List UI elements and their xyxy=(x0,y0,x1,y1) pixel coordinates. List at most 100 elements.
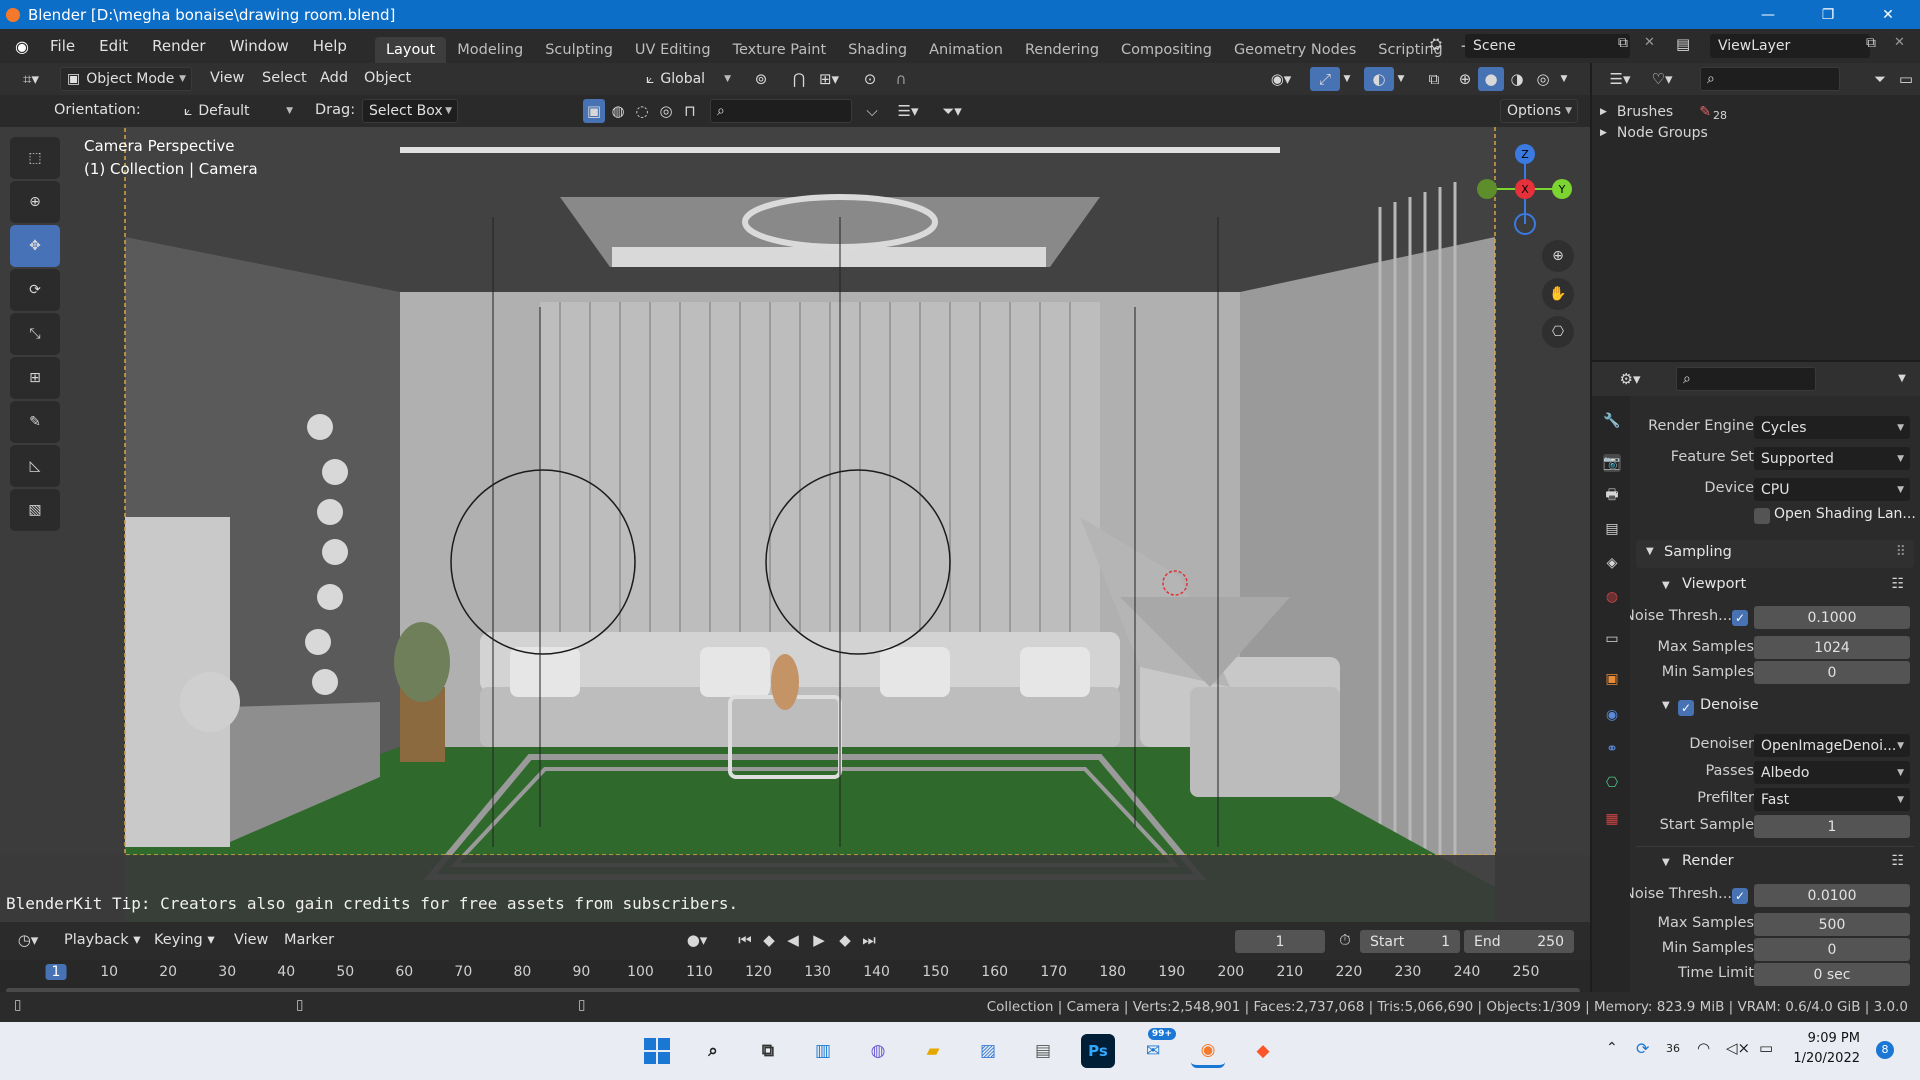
xray-toggle-icon[interactable]: ⧉ xyxy=(1420,67,1448,91)
shading-material-icon[interactable]: ◑ xyxy=(1504,67,1530,91)
scale-tool[interactable]: ⤡ xyxy=(10,313,60,355)
properties-search-input[interactable]: ⌕ xyxy=(1676,367,1816,391)
file-explorer-button[interactable]: ▰ xyxy=(916,1034,950,1068)
select-box-tool[interactable]: ⬚ xyxy=(10,137,60,179)
transform-tool[interactable]: ⊞ xyxy=(10,357,60,399)
denoiser-dropdown[interactable]: OpenImageDenoi... ▼ xyxy=(1754,734,1910,757)
show-hidden-icons-button[interactable]: ⌃ xyxy=(1606,1040,1618,1056)
3d-viewport[interactable]: Camera Perspective (1) Collection | Came… xyxy=(0,127,1590,922)
zoom-button[interactable]: ⊕ xyxy=(1542,240,1574,272)
sync-icon[interactable]: ⟳ xyxy=(1636,1039,1649,1058)
render-subpanel-title[interactable]: Render xyxy=(1682,853,1734,869)
tool-search-input[interactable]: ⌕ xyxy=(710,99,852,123)
workspace-tab-geometry-nodes[interactable]: Geometry Nodes xyxy=(1223,37,1367,63)
workspace-tab-rendering[interactable]: Rendering xyxy=(1014,37,1110,63)
render-presets-icon[interactable]: ☷ xyxy=(1891,853,1904,869)
shading-solid-icon[interactable]: ● xyxy=(1478,67,1504,91)
display-mode-icon[interactable]: ♡▾ xyxy=(1644,67,1680,91)
view-filter-icon[interactable]: ☰▾ xyxy=(890,99,926,123)
mail-button[interactable]: ✉ 99+ xyxy=(1136,1028,1176,1068)
start-frame-field[interactable]: Start 1 xyxy=(1360,930,1460,953)
search-taskbar-button[interactable]: ⌕ xyxy=(696,1034,730,1068)
cursor-tool[interactable]: ⊕ xyxy=(10,181,60,223)
viewlayer-browse-icon[interactable]: ▤ xyxy=(1676,35,1690,53)
viewport-menu-select[interactable]: Select xyxy=(262,70,307,86)
outliner-editor-type-icon[interactable]: ☰▾ xyxy=(1602,67,1638,91)
outliner-item-brushes[interactable]: ▶ Brushes ✎ 28 xyxy=(1600,101,1727,123)
data-tab-icon[interactable]: ⎔ xyxy=(1603,774,1621,792)
new-collection-icon[interactable]: ▭ xyxy=(1894,67,1918,91)
render-noise-field[interactable]: 0.0100 xyxy=(1754,884,1910,907)
render-engine-dropdown[interactable]: Cycles ▼ xyxy=(1754,416,1910,439)
workspace-tab-modeling[interactable]: Modeling xyxy=(446,37,534,63)
world-tab-icon[interactable]: ◍ xyxy=(1603,588,1621,606)
clock-time[interactable]: 9:09 PM xyxy=(1790,1031,1860,1046)
play-button[interactable]: ▶ xyxy=(808,928,830,952)
jump-keyframe-forward-button[interactable]: ◆ xyxy=(834,928,856,952)
timeline-menu-keying[interactable]: Keying ▾ xyxy=(154,932,215,948)
viewlayer-close-icon[interactable]: ✕ xyxy=(1894,35,1905,50)
measure-tool[interactable]: ◺ xyxy=(10,445,60,487)
overlays-dropdown-icon[interactable]: ▼ xyxy=(1394,67,1408,91)
outliner-filter-icon[interactable]: ⏷ xyxy=(1868,67,1892,91)
gizmo-dropdown-icon[interactable]: ▼ xyxy=(1340,67,1354,91)
passes-dropdown[interactable]: Albedo ▼ xyxy=(1754,761,1910,784)
proportional-falloff-icon[interactable]: ∩ xyxy=(886,67,916,91)
shading-dropdown-icon[interactable]: ▼ xyxy=(1556,67,1572,91)
denoise-checkbox[interactable]: ✓ xyxy=(1678,700,1694,716)
scene-tab-icon[interactable]: ◈ xyxy=(1603,554,1621,572)
viewport-subpanel-title[interactable]: Viewport xyxy=(1682,576,1746,592)
texture-tab-icon[interactable]: ▦ xyxy=(1603,810,1621,828)
orientation-dropdown[interactable]: ⟀ Default ▼ xyxy=(178,99,298,123)
volume-muted-icon[interactable]: ◁× xyxy=(1726,1039,1750,1057)
navigation-gizmo[interactable]: Z Y X xyxy=(1470,134,1580,244)
drag-dropdown[interactable]: Select Box ▼ xyxy=(362,99,458,123)
viewlayer-new-icon[interactable]: ⧉ xyxy=(1866,35,1876,51)
options-dropdown[interactable]: Options ▼ xyxy=(1500,99,1578,123)
wifi-icon[interactable]: ◠ xyxy=(1697,1039,1710,1057)
workspace-tab-sculpting[interactable]: Sculpting xyxy=(534,37,624,63)
snap-magnet-icon[interactable]: ⋂ xyxy=(784,67,814,91)
sampling-panel-header[interactable]: ▼ Sampling ⠿ xyxy=(1636,540,1914,568)
workspace-tab-layout[interactable]: Layout xyxy=(374,37,447,63)
proportional-size-icon[interactable]: ⌵ xyxy=(860,99,884,123)
close-button[interactable]: ✕ xyxy=(1860,0,1916,29)
select-mode-subtract-icon[interactable]: ◌ xyxy=(631,99,653,123)
timeline-menu-marker[interactable]: Marker xyxy=(284,932,334,948)
properties-options-icon[interactable]: ▼ xyxy=(1892,367,1912,391)
current-frame-field[interactable]: 1 xyxy=(1235,930,1325,953)
viewlayer-field[interactable]: ViewLayer xyxy=(1710,34,1870,58)
render-noise-checkbox[interactable]: ✓ xyxy=(1732,888,1748,904)
widgets-button[interactable]: ▥ xyxy=(806,1034,840,1068)
pivot-point-icon[interactable]: ⊚ xyxy=(746,67,776,91)
play-reverse-button[interactable]: ◀ xyxy=(782,928,804,952)
overlays-toggle-icon[interactable]: ◐ xyxy=(1364,67,1394,91)
maximize-button[interactable]: ❐ xyxy=(1800,0,1856,29)
viewport-menu-object[interactable]: Object xyxy=(364,70,411,86)
editor-type-icon[interactable]: ⌗▾ xyxy=(14,67,48,91)
select-mode-extend-icon[interactable]: ◍ xyxy=(607,99,629,123)
timeline-editor-type-icon[interactable]: ◷▾ xyxy=(10,928,46,952)
shading-wireframe-icon[interactable]: ⊕ xyxy=(1452,67,1478,91)
render-collapse-icon[interactable]: ▼ xyxy=(1662,857,1670,868)
workspace-tab-uv-editing[interactable]: UV Editing xyxy=(624,37,722,63)
notification-badge[interactable]: 8 xyxy=(1876,1041,1894,1059)
viewport-noise-field[interactable]: 0.1000 xyxy=(1754,606,1910,629)
gizmo-toggle-icon[interactable]: ⤢ xyxy=(1310,67,1340,91)
denoise-collapse-icon[interactable]: ▼ xyxy=(1662,700,1670,711)
workspace-tab-animation[interactable]: Animation xyxy=(918,37,1014,63)
task-view-button[interactable]: ⧉ xyxy=(751,1034,785,1068)
visibility-eye-icon[interactable]: ◉▾ xyxy=(1264,67,1298,91)
workspace-tab-shading[interactable]: Shading xyxy=(837,37,918,63)
constraints-tab-icon[interactable]: ⚭ xyxy=(1603,740,1621,758)
menu-render[interactable]: Render xyxy=(140,37,217,55)
device-dropdown[interactable]: CPU ▼ xyxy=(1754,478,1910,501)
osl-checkbox[interactable] xyxy=(1754,508,1770,524)
scene-close-icon[interactable]: ✕ xyxy=(1644,35,1655,50)
camera-view-button[interactable]: ⎔ xyxy=(1542,316,1574,348)
render-tab-icon[interactable]: 📷 xyxy=(1603,454,1621,472)
photos-button[interactable]: ▨ xyxy=(971,1034,1005,1068)
timeline-ruler[interactable]: 1 10 20 30 40 50 60 70 80 90 100 110 120 130 140 150 160… xyxy=(0,960,1590,994)
select-mode-new-icon[interactable]: ▣ xyxy=(583,99,605,123)
rotate-tool[interactable]: ⟳ xyxy=(10,269,60,311)
